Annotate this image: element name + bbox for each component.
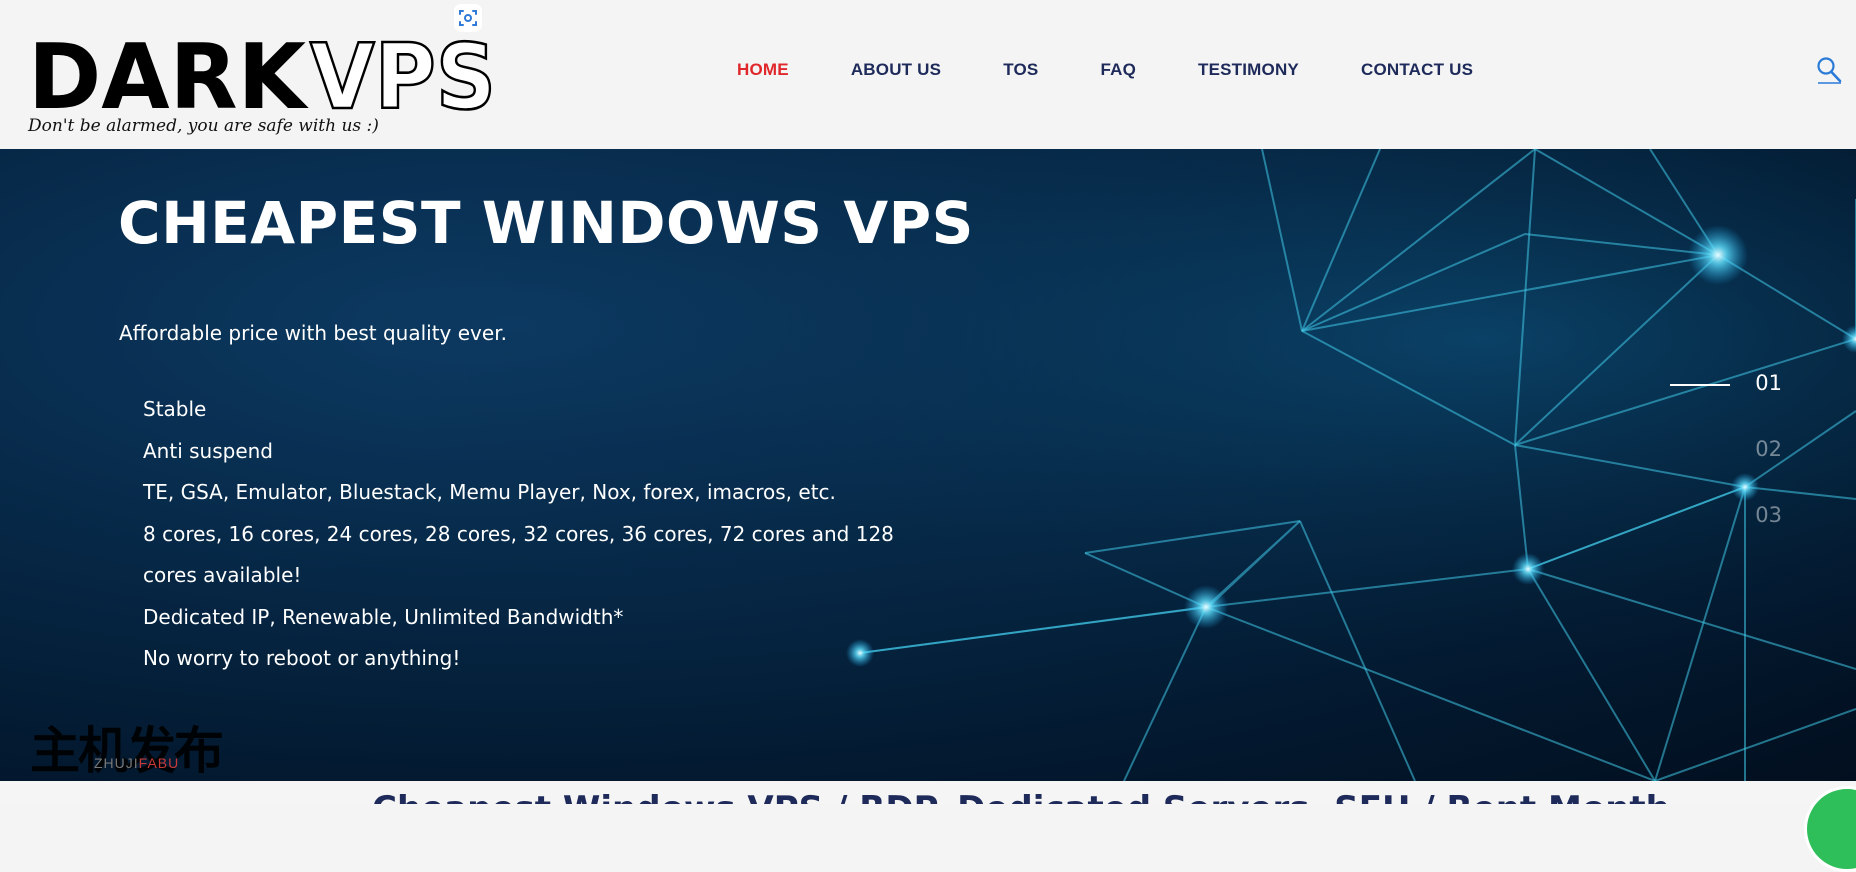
watermark: 主机发布 ZHUJIFABU (30, 711, 240, 780)
main-nav: HOME ABOUT US TOS FAQ TESTIMONY CONTACT … (737, 58, 1535, 82)
feature-item: TE, GSA, Emulator, Bluestack, Memu Playe… (143, 480, 836, 504)
slide-indicator-01[interactable]: 01 (1670, 371, 1790, 437)
site-header: DARK VPS Don't be alarmed, you are safe … (0, 0, 1856, 149)
active-slide-line (1670, 384, 1730, 386)
logo-word-dark: DARK (28, 25, 309, 118)
search-icon[interactable] (1816, 56, 1842, 84)
slide-number: 01 (1755, 371, 1782, 395)
watermark-latin: ZHUJIFABU (94, 755, 179, 771)
nav-tos[interactable]: TOS (1003, 60, 1038, 80)
slide-indicator-03[interactable]: 03 (1670, 503, 1790, 569)
watermark-part1: ZHUJI (94, 755, 139, 771)
logo[interactable]: DARK VPS Don't be alarmed, you are safe … (28, 18, 498, 140)
section-heading: Cheapest Windows VPS / RDP, Dedicated Se… (372, 789, 1670, 804)
slide-number: 02 (1755, 437, 1782, 461)
feature-item: No worry to reboot or anything! (143, 646, 461, 670)
logo-wordmark: DARK VPS (28, 24, 497, 118)
hero-slider: CHEAPEST WINDOWS VPS Affordable price wi… (0, 149, 1856, 781)
feature-list: Stable Anti suspend TE, GSA, Emulator, B… (143, 389, 923, 680)
logo-tagline: Don't be alarmed, you are safe with us :… (28, 116, 379, 136)
hero-subtitle: Affordable price with best quality ever. (119, 321, 507, 345)
watermark-part2: FABU (138, 755, 180, 771)
slide-indicator-02[interactable]: 02 (1670, 437, 1790, 503)
screenshot-scan-icon[interactable] (454, 4, 482, 32)
slide-pagination: 01 02 03 (1670, 371, 1790, 569)
nav-testimony[interactable]: TESTIMONY (1198, 60, 1299, 80)
hero-title: CHEAPEST WINDOWS VPS (118, 189, 974, 257)
logo-word-vps: VPS (310, 25, 496, 118)
nav-faq[interactable]: FAQ (1100, 60, 1136, 80)
feature-item: 8 cores, 16 cores, 24 cores, 28 cores, 3… (143, 521, 894, 588)
nav-about-us[interactable]: ABOUT US (851, 60, 941, 80)
feature-item: Stable (143, 397, 207, 421)
nav-home[interactable]: HOME (737, 60, 789, 80)
slide-number: 03 (1755, 503, 1782, 527)
next-section-strip: Cheapest Windows VPS / RDP, Dedicated Se… (0, 781, 1856, 804)
feature-item: Dedicated IP, Renewable, Unlimited Bandw… (143, 604, 624, 629)
feature-item: Anti suspend (143, 438, 273, 463)
nav-contact-us[interactable]: CONTACT US (1361, 60, 1473, 80)
